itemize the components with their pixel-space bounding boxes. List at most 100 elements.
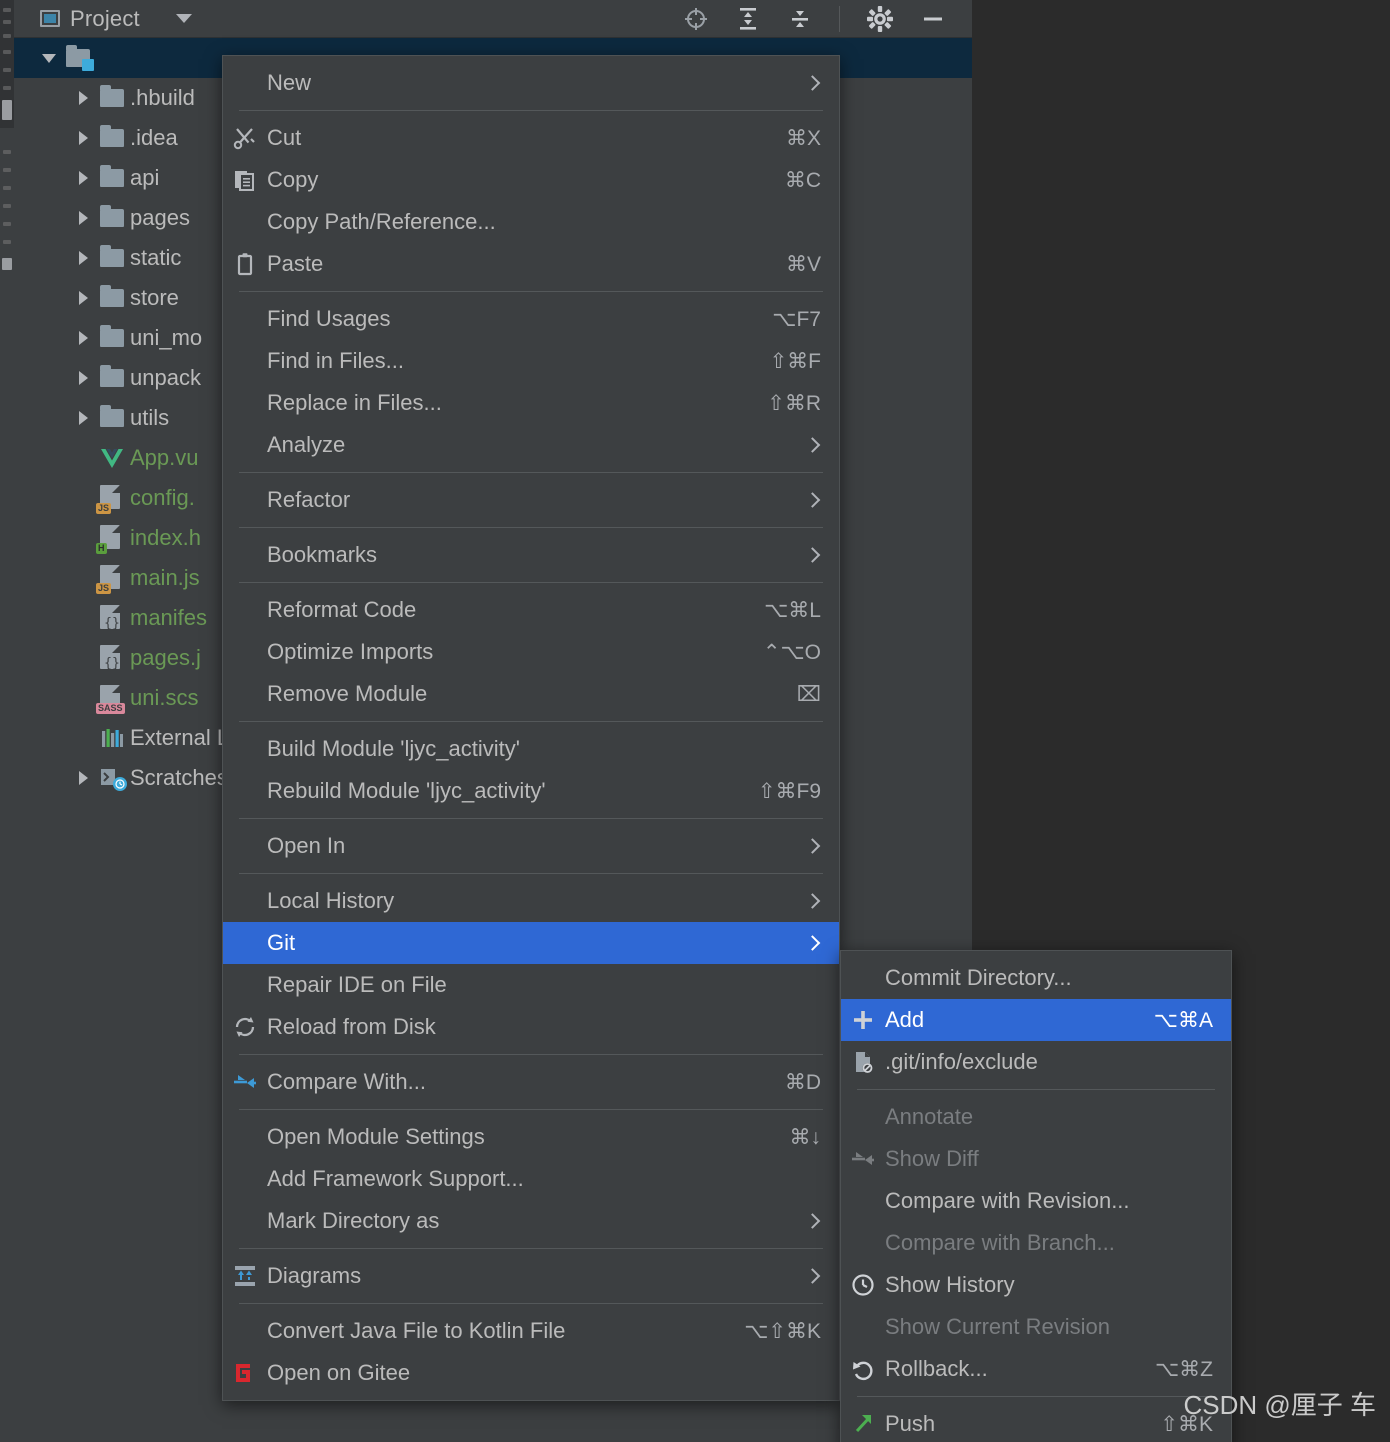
menu-item-git-info-exclude[interactable]: .git/info/exclude: [841, 1041, 1231, 1083]
left-strip-mark: [3, 50, 11, 54]
chevron-down-icon[interactable]: [175, 14, 192, 23]
menu-item-remove-module[interactable]: Remove Module ⌧: [223, 673, 839, 715]
menu-item-shortcut: ⌘X: [785, 126, 821, 150]
gear-icon[interactable]: [866, 5, 894, 33]
chevron-right-icon[interactable]: [66, 171, 100, 185]
left-strip-mark: [3, 86, 11, 90]
chevron-right-icon[interactable]: [66, 131, 100, 145]
push-icon: [841, 1411, 885, 1437]
menu-separator: [239, 1054, 823, 1055]
left-tool-strip[interactable]: [0, 0, 14, 1442]
locate-icon[interactable]: [683, 6, 709, 32]
left-strip-mark: [3, 34, 11, 38]
menu-item-commit-directory[interactable]: Commit Directory...: [841, 957, 1231, 999]
menu-item-shortcut: ⌥F7: [772, 307, 821, 331]
library-icon: [100, 727, 130, 749]
menu-item-optimize-imports[interactable]: Optimize Imports ⌃⌥O: [223, 631, 839, 673]
refresh-icon: [223, 1014, 267, 1040]
menu-item-label: Compare with Revision...: [885, 1188, 1130, 1213]
scissors-icon: [223, 125, 267, 151]
minimize-icon[interactable]: [920, 6, 946, 32]
left-strip-mark: [3, 150, 11, 154]
menu-item-find-usages[interactable]: Find Usages ⌥F7: [223, 298, 839, 340]
menu-item-compare-with-revision[interactable]: Compare with Revision...: [841, 1180, 1231, 1222]
menu-item-rebuild-module-ljyc-activity[interactable]: Rebuild Module 'ljyc_activity' ⇧⌘F9: [223, 770, 839, 812]
chevron-down-icon[interactable]: [32, 53, 66, 63]
left-strip-mark: [3, 168, 11, 172]
menu-item-label: Add: [885, 1007, 925, 1032]
menu-separator: [239, 1109, 823, 1110]
menu-separator: [857, 1089, 1215, 1090]
tree-item-label: unpack: [130, 365, 201, 390]
menu-item-label: .git/info/exclude: [885, 1049, 1038, 1074]
menu-item-shortcut: ⌘↓: [789, 1125, 822, 1149]
folder-icon: [100, 365, 130, 387]
chevron-right-icon[interactable]: [66, 91, 100, 105]
menu-item-shortcut: ⌥⌘A: [1153, 1008, 1213, 1032]
ide-window: Project .hbuild .idea api pages static s…: [0, 0, 1390, 1442]
copy-icon: [223, 167, 267, 193]
menu-item-replace-in-files[interactable]: Replace in Files... ⇧⌘R: [223, 382, 839, 424]
menu-item-copy-path-reference[interactable]: Copy Path/Reference...: [223, 201, 839, 243]
chevron-right-icon[interactable]: [66, 771, 100, 785]
chevron-right-icon[interactable]: [66, 411, 100, 425]
menu-separator: [239, 873, 823, 874]
menu-item-label: Local History: [267, 888, 395, 913]
collapse-all-icon[interactable]: [787, 6, 813, 32]
menu-item-label: Open In: [267, 833, 346, 858]
menu-item-push[interactable]: Push ⇧⌘K: [841, 1403, 1231, 1442]
rollback-icon: [841, 1356, 885, 1382]
chevron-right-icon[interactable]: [66, 371, 100, 385]
menu-item-git[interactable]: Git: [223, 922, 839, 964]
menu-item-label: Commit Directory...: [885, 965, 1072, 990]
menu-item-show-history[interactable]: Show History: [841, 1264, 1231, 1306]
menu-item-add-framework-support[interactable]: Add Framework Support...: [223, 1158, 839, 1200]
menu-item-label: Compare with Branch...: [885, 1230, 1115, 1255]
folder-icon: [100, 165, 130, 187]
menu-item-convert-java-file-to-kotlin-file[interactable]: Convert Java File to Kotlin File ⌥⇧⌘K: [223, 1310, 839, 1352]
menu-item-local-history[interactable]: Local History: [223, 880, 839, 922]
chevron-right-icon[interactable]: [66, 331, 100, 345]
menu-item-open-on-gitee[interactable]: Open on Gitee: [223, 1352, 839, 1394]
menu-item-open-module-settings[interactable]: Open Module Settings ⌘↓: [223, 1116, 839, 1158]
chevron-right-icon[interactable]: [66, 291, 100, 305]
menu-item-copy[interactable]: Copy ⌘C: [223, 159, 839, 201]
menu-item-new[interactable]: New: [223, 62, 839, 104]
menu-item-paste[interactable]: Paste ⌘V: [223, 243, 839, 285]
menu-item-label: Bookmarks: [267, 542, 378, 567]
menu-item-cut[interactable]: Cut ⌘X: [223, 117, 839, 159]
menu-item-analyze[interactable]: Analyze: [223, 424, 839, 466]
menu-item-find-in-files[interactable]: Find in Files... ⇧⌘F: [223, 340, 839, 382]
menu-item-reformat-code[interactable]: Reformat Code ⌥⌘L: [223, 589, 839, 631]
menu-item-reload-from-disk[interactable]: Reload from Disk: [223, 1006, 839, 1048]
menu-item-annotate: Annotate: [841, 1096, 1231, 1138]
menu-item-shortcut: ⌘C: [784, 168, 821, 192]
menu-item-add[interactable]: Add ⌥⌘A: [841, 999, 1231, 1041]
menu-item-label: Rollback...: [885, 1356, 988, 1381]
folder-icon: [100, 325, 130, 347]
menu-item-mark-directory-as[interactable]: Mark Directory as: [223, 1200, 839, 1242]
left-strip-handle[interactable]: [2, 100, 12, 120]
menu-item-open-in[interactable]: Open In: [223, 825, 839, 867]
expand-all-icon[interactable]: [735, 6, 761, 32]
menu-item-compare-with[interactable]: Compare With... ⌘D: [223, 1061, 839, 1103]
menu-item-bookmarks[interactable]: Bookmarks: [223, 534, 839, 576]
left-strip-handle[interactable]: [2, 258, 12, 270]
project-title-group[interactable]: Project: [14, 6, 192, 32]
menu-item-label: Push: [885, 1411, 936, 1436]
menu-item-diagrams[interactable]: Diagrams: [223, 1255, 839, 1297]
tree-item-label: index.h: [130, 525, 201, 550]
menu-item-label: Mark Directory as: [267, 1208, 440, 1233]
tree-item-label: store: [130, 285, 179, 310]
menu-item-repair-ide-on-file[interactable]: Repair IDE on File: [223, 964, 839, 1006]
chevron-right-icon[interactable]: [66, 211, 100, 225]
tree-item-label: App.vu: [130, 445, 199, 470]
menu-item-label: Convert Java File to Kotlin File: [267, 1318, 566, 1343]
menu-item-build-module-ljyc-activity[interactable]: Build Module 'ljyc_activity': [223, 728, 839, 770]
menu-separator: [239, 818, 823, 819]
menu-item-refactor[interactable]: Refactor: [223, 479, 839, 521]
menu-item-shortcut: ⇧⌘F9: [757, 779, 821, 803]
chevron-right-icon[interactable]: [66, 251, 100, 265]
menu-item-rollback[interactable]: Rollback... ⌥⌘Z: [841, 1348, 1231, 1390]
left-strip-mark: [3, 204, 11, 208]
